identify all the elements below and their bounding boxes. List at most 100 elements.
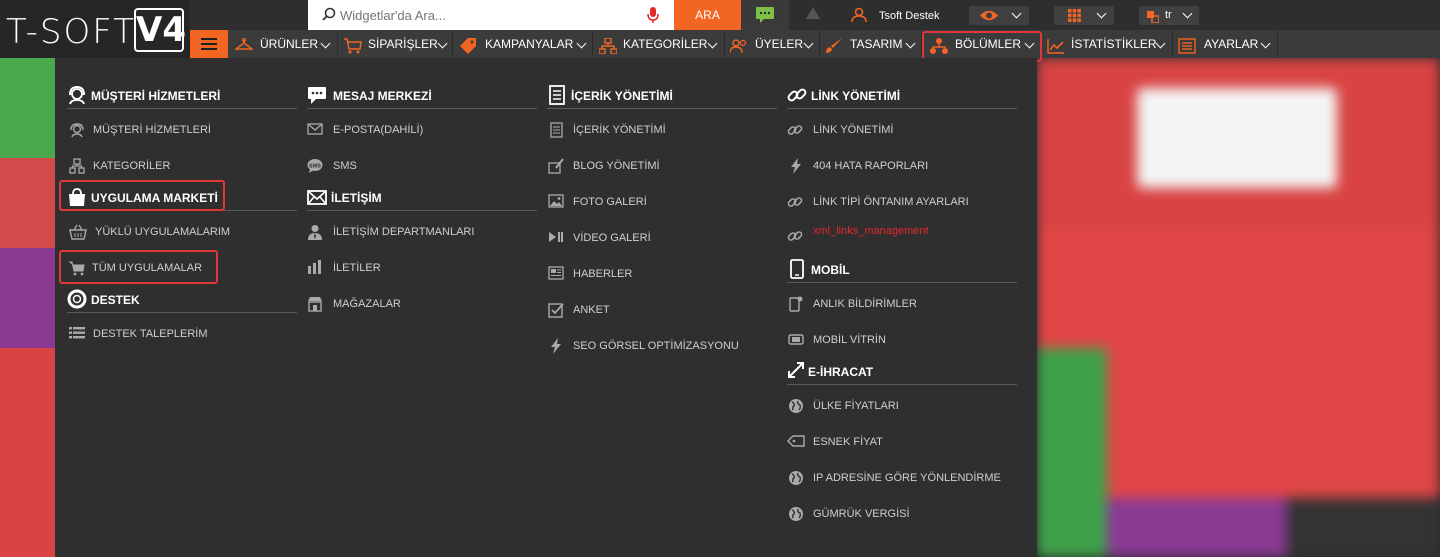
nav-siparisler[interactable]: SİPARİŞLER	[338, 30, 453, 58]
menu-item-kategoriler[interactable]: KATEGORİLER	[67, 158, 287, 176]
menu-item-404-hata-raporlari[interactable]: 404 HATA RAPORLARI	[787, 158, 1007, 176]
link-icon	[787, 194, 803, 213]
menu-item-magazalar[interactable]: MAĞAZALAR	[307, 296, 527, 314]
menu-label: İLETİŞİM DEPARTMANLARI	[333, 226, 475, 238]
search-icon	[322, 7, 336, 24]
messages-button[interactable]	[741, 0, 789, 30]
nav-kampanyalar[interactable]: KAMPANYALAR	[453, 30, 593, 58]
nav-label: AYARLAR	[1204, 37, 1259, 51]
highlight-uygulama-marketi	[59, 180, 225, 211]
document-icon	[549, 85, 565, 108]
section-title: DESTEK	[91, 293, 140, 307]
nav-urunler[interactable]: ÜRÜNLER	[228, 30, 338, 58]
section-title: LİNK YÖNETİMİ	[811, 89, 901, 103]
menu-item-iletiler[interactable]: İLETİLER	[307, 260, 527, 278]
chat-icon	[756, 7, 774, 28]
language-label: tr	[1165, 9, 1172, 21]
support-agent-icon	[67, 85, 87, 108]
main-nav: ÜRÜNLER SİPARİŞLER KAMPANYALAR KATEGORİL…	[190, 30, 1440, 58]
menu-item-musteri-hizmetleri[interactable]: MÜŞTERİ HİZMETLERİ	[67, 122, 287, 140]
nav-uyeler[interactable]: ÜYELER	[725, 30, 820, 58]
chart-icon	[1047, 36, 1065, 64]
section-mobil: MOBİL	[787, 259, 1017, 281]
menu-label: GÜMRÜK VERGİSİ	[813, 508, 910, 520]
language-dropdown[interactable]: tr	[1139, 6, 1199, 25]
brand-logo[interactable]: T-SOFT V4	[0, 0, 190, 58]
check-square-icon	[548, 302, 564, 321]
section-e-ihracat: E-İHRACAT	[787, 361, 1017, 383]
newspaper-icon	[548, 266, 564, 283]
view-dropdown[interactable]	[969, 6, 1029, 25]
menu-item-xml-links-management[interactable]: xml_links_management	[787, 225, 1007, 243]
menu-label: SMS	[333, 160, 357, 172]
menu-label: E-POSTA(DAHİLİ)	[333, 124, 424, 136]
menu-item-esnek-fiyat[interactable]: ESNEK FİYAT	[787, 434, 1007, 452]
search-input[interactable]	[340, 5, 640, 25]
hamburger-menu-button[interactable]	[190, 30, 228, 58]
menu-label: MAĞAZALAR	[333, 298, 401, 310]
divider	[787, 108, 1017, 109]
chevron-down-icon	[1096, 8, 1107, 19]
globe-icon	[788, 506, 804, 525]
menu-item-ulke-fiyatlari[interactable]: ÜLKE FİYATLARI	[787, 398, 1007, 416]
envelope-icon	[307, 187, 327, 210]
svg-text:SMS: SMS	[309, 164, 321, 170]
menu-item-haberler[interactable]: HABERLER	[547, 266, 767, 284]
chevron-down-icon	[1260, 38, 1271, 49]
microphone-icon[interactable]	[647, 6, 659, 29]
link-icon	[787, 85, 807, 108]
menu-label: SEO GÖRSEL OPTİMİZASYONU	[573, 340, 739, 352]
user-menu[interactable]: Tsoft Destek	[837, 0, 954, 30]
nav-istatistikler[interactable]: İSTATİSTİKLER	[1042, 30, 1173, 58]
divider	[787, 384, 1017, 385]
lifebuoy-icon	[67, 289, 87, 312]
nav-label: KATEGORİLER	[623, 37, 708, 51]
menu-item-blog-yonetimi[interactable]: BLOG YÖNETİMİ	[547, 158, 767, 176]
menu-item-mobil-vitrin[interactable]: MOBİL VİTRİN	[787, 332, 1007, 350]
nav-tasarim[interactable]: TASARIM	[820, 30, 922, 58]
menu-item-video-galeri[interactable]: VİDEO GALERİ	[547, 230, 767, 248]
store-icon	[307, 296, 323, 315]
menu-label: MÜŞTERİ HİZMETLERİ	[93, 124, 211, 136]
menu-item-sms[interactable]: SMS SMS	[307, 158, 527, 176]
menu-item-ip-adresine-gore-yonlendirme[interactable]: IP ADRESİNE GÖRE YÖNLENDİRME	[787, 470, 1007, 488]
bolt-icon	[550, 338, 562, 357]
menu-item-iletisim-departmanlari[interactable]: İLETİŞİM DEPARTMANLARI	[307, 224, 527, 242]
menu-item-seo-gorsel-optimizasyonu[interactable]: SEO GÖRSEL OPTİMİZASYONU	[547, 338, 767, 356]
search-button[interactable]: ARA	[674, 0, 741, 30]
nav-label: TASARIM	[850, 37, 903, 51]
menu-item-yuklu-uygulamalarim[interactable]: YÜKLÜ UYGULAMALARIM	[67, 224, 287, 242]
menu-label: VİDEO GALERİ	[573, 232, 651, 244]
nav-label: İSTATİSTİKLER	[1071, 37, 1157, 51]
logo-text: T-SOFT	[6, 12, 136, 52]
chevron-down-icon	[437, 38, 448, 49]
menu-label: YÜKLÜ UYGULAMALARIM	[95, 226, 231, 238]
chevron-down-icon	[905, 38, 916, 49]
settings-list-icon	[1178, 36, 1196, 64]
nav-ayarlar[interactable]: AYARLAR	[1173, 30, 1278, 58]
section-title: İLETİŞİM	[331, 191, 382, 205]
globe-icon	[788, 470, 804, 489]
nav-kategoriler[interactable]: KATEGORİLER	[593, 30, 725, 58]
divider	[307, 210, 537, 211]
tag-icon	[787, 434, 805, 451]
menu-label: İLETİLER	[333, 262, 381, 274]
menu-item-foto-galeri[interactable]: FOTO GALERİ	[547, 194, 767, 212]
menu-item-icerik-yonetimi[interactable]: İÇERİK YÖNETİMİ	[547, 122, 767, 140]
menu-item-anket[interactable]: ANKET	[547, 302, 767, 320]
apps-dropdown[interactable]	[1054, 6, 1114, 25]
alerts-button[interactable]	[789, 0, 837, 30]
menu-label: HABERLER	[573, 268, 633, 280]
menu-item-anlik-bildirimler[interactable]: ANLIK BİLDİRİMLER	[787, 296, 1007, 314]
support-agent-icon	[69, 122, 85, 141]
menu-item-link-tipi-ontanim-ayarlari[interactable]: LİNK TİPİ ÖNTANIM AYARLARI	[787, 194, 1007, 212]
bar-chart-icon	[307, 260, 323, 277]
menu-item-link-yonetimi[interactable]: LİNK YÖNETİMİ	[787, 122, 1007, 140]
menu-item-e-posta[interactable]: E-POSTA(DAHİLİ)	[307, 122, 527, 140]
menu-item-destek-taleplerim[interactable]: DESTEK TALEPLERİM	[67, 326, 287, 344]
menu-item-gumruk-vergisi[interactable]: GÜMRÜK VERGİSİ	[787, 506, 1007, 524]
expand-arrows-icon	[787, 361, 805, 382]
user-icon	[851, 7, 867, 26]
play-pause-icon	[548, 230, 564, 247]
chevron-down-icon	[1155, 38, 1166, 49]
